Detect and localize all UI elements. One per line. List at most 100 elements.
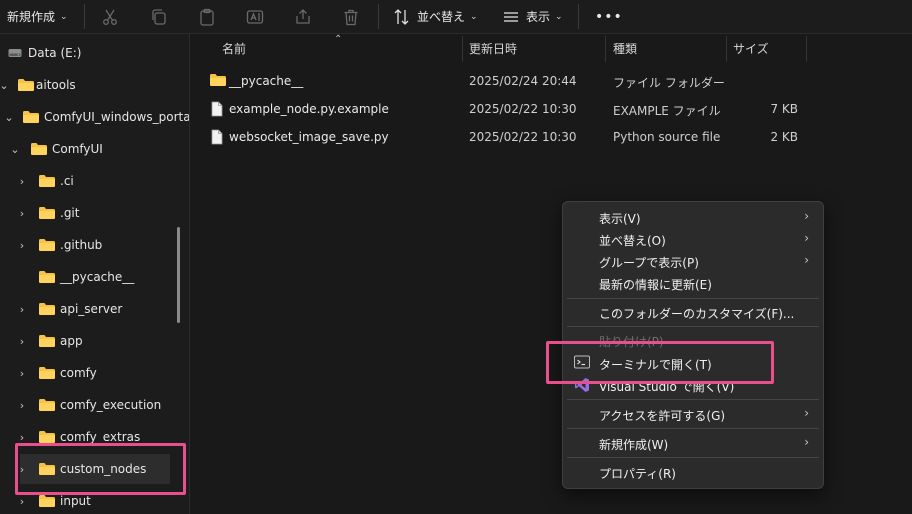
sidebar-item-github[interactable]: › .github — [0, 230, 189, 260]
chevron-right-icon[interactable]: › — [16, 335, 28, 348]
sidebar-item-label: ComfyUI — [52, 142, 103, 156]
sidebar-item-label: comfy_extras — [60, 430, 141, 444]
file-date: 2025/02/22 10:30 — [469, 130, 577, 144]
sidebar-scrollbar[interactable] — [177, 227, 180, 323]
chevron-right-icon[interactable]: › — [16, 431, 28, 444]
toolbar-divider — [378, 4, 379, 29]
sidebar-item-data-drive[interactable]: Data (E:) — [0, 38, 189, 68]
sidebar-item-label: .github — [60, 238, 103, 252]
chevron-right-icon[interactable]: › — [16, 175, 28, 188]
folder-icon — [39, 207, 55, 219]
menu-item-customize[interactable]: このフォルダーのカスタマイズ(F)... — [567, 301, 819, 323]
menu-divider — [567, 399, 819, 400]
sidebar-item-comfyui[interactable]: ⌄ ComfyUI — [0, 134, 189, 164]
sidebar-item-custom-nodes[interactable]: › custom_nodes — [20, 454, 170, 484]
column-header-date[interactable]: 更新日時 — [469, 34, 517, 62]
delete-button[interactable] — [342, 0, 360, 33]
sidebar-item-aitools[interactable]: ⌄ aitools — [0, 70, 189, 100]
file-type: EXAMPLE ファイル — [613, 104, 721, 118]
menu-item-new[interactable]: 新規作成(W) › — [567, 432, 819, 454]
column-divider[interactable] — [605, 36, 606, 62]
chevron-right-icon: › — [804, 253, 809, 267]
file-name: example_node.py.example — [229, 102, 389, 116]
column-divider[interactable] — [726, 36, 727, 62]
chevron-down-icon[interactable]: ⌄ — [0, 79, 10, 92]
chevron-right-icon[interactable]: › — [16, 463, 28, 476]
drive-icon — [8, 49, 22, 57]
cut-button[interactable] — [101, 0, 119, 33]
sidebar-item-git[interactable]: › .git — [0, 198, 189, 228]
rename-button[interactable] — [246, 0, 264, 33]
folder-icon — [39, 175, 55, 187]
sidebar-item-pycache[interactable]: __pycache__ — [0, 262, 189, 292]
share-button[interactable] — [294, 0, 312, 33]
menu-item-refresh[interactable]: 最新の情報に更新(E) — [567, 272, 819, 294]
paste-button[interactable] — [198, 0, 216, 33]
file-size: 2 KB — [770, 130, 798, 144]
menu-item-view[interactable]: 表示(V) › — [567, 206, 819, 228]
menu-item-label: 並べ替え(O) — [599, 234, 666, 248]
sidebar-item-comfy-execution[interactable]: › comfy_execution — [0, 390, 189, 420]
chevron-down-icon: ⌄ — [60, 11, 68, 22]
menu-divider — [567, 428, 819, 429]
menu-item-label: ターミナルで開く(T) — [599, 358, 712, 372]
list-view-icon — [504, 11, 518, 22]
menu-item-properties[interactable]: プロパティ(R) — [567, 461, 819, 483]
column-header-size[interactable]: サイズ — [733, 34, 769, 62]
folder-icon — [23, 111, 39, 123]
sidebar-item-label: __pycache__ — [60, 270, 135, 284]
chevron-right-icon[interactable]: › — [16, 399, 28, 412]
folder-icon — [39, 399, 55, 411]
sidebar-item-app[interactable]: › app — [0, 326, 189, 356]
menu-item-open-terminal[interactable]: ターミナルで開く(T) — [567, 352, 819, 374]
copy-button[interactable] — [150, 0, 168, 33]
sidebar-item-comfyui-windows-portable[interactable]: ⌄ ComfyUI_windows_porta — [0, 102, 189, 132]
view-button[interactable]: 表示 ⌄ — [502, 0, 563, 33]
context-menu: 表示(V) › 並べ替え(O) › グループで表示(P) › 最新の情報に更新(… — [562, 201, 824, 489]
file-date: 2025/02/22 10:30 — [469, 102, 577, 116]
chevron-right-icon[interactable]: › — [16, 495, 28, 508]
clipboard-icon — [200, 8, 214, 26]
chevron-right-icon[interactable]: › — [16, 239, 28, 252]
menu-item-group[interactable]: グループで表示(P) › — [567, 250, 819, 272]
chevron-down-icon[interactable]: ⌄ — [3, 111, 15, 124]
sidebar-item-label: comfy_execution — [60, 398, 162, 412]
file-size: 7 KB — [770, 102, 798, 116]
sort-button[interactable]: 並べ替え ⌄ — [393, 0, 478, 33]
chevron-right-icon[interactable]: › — [16, 367, 28, 380]
menu-item-give-access[interactable]: アクセスを許可する(G) › — [567, 403, 819, 425]
menu-item-label: グループで表示(P) — [599, 256, 699, 270]
folder-icon — [39, 367, 55, 379]
column-header-name[interactable]: 名前 — [222, 34, 246, 62]
trash-icon — [344, 9, 358, 25]
menu-item-open-visual-studio[interactable]: Visual Studio で開く(V) — [567, 374, 819, 396]
folder-icon — [39, 239, 55, 251]
more-options-button[interactable]: ••• — [595, 0, 623, 33]
toolbar-divider — [578, 4, 579, 29]
menu-item-sort[interactable]: 並べ替え(O) › — [567, 228, 819, 250]
sidebar-item-input[interactable]: › input — [0, 486, 189, 514]
sort-label: 並べ替え — [417, 10, 466, 24]
chevron-right-icon: › — [804, 209, 809, 223]
navigation-pane: Data (E:) ⌄ aitools ⌄ ComfyUI_windows_po… — [0, 34, 190, 514]
column-divider[interactable] — [806, 36, 807, 62]
sidebar-item-label: .git — [60, 206, 80, 220]
sidebar-item-ci[interactable]: › .ci — [0, 166, 189, 196]
column-header-label: 種類 — [613, 41, 638, 56]
chevron-right-icon: › — [804, 435, 809, 449]
column-header-label: 更新日時 — [469, 41, 518, 56]
file-row[interactable]: websocket_image_save.py 2025/02/22 10:30… — [190, 123, 912, 151]
sidebar-item-comfy-extras[interactable]: › comfy_extras — [0, 422, 189, 452]
chevron-right-icon[interactable]: › — [16, 207, 28, 220]
file-row[interactable]: __pycache__ 2025/02/24 20:44 ファイル フォルダー — [190, 67, 912, 95]
chevron-right-icon[interactable]: › — [16, 303, 28, 316]
column-header-type[interactable]: 種類 — [613, 34, 637, 62]
sidebar-item-api-server[interactable]: › api_server — [0, 294, 189, 324]
new-button[interactable]: 新規作成 ⌄ — [7, 0, 68, 33]
file-row[interactable]: example_node.py.example 2025/02/22 10:30… — [190, 95, 912, 123]
chevron-down-icon[interactable]: ⌄ — [9, 143, 21, 156]
column-divider[interactable] — [462, 36, 463, 62]
sidebar-item-comfy[interactable]: › comfy — [0, 358, 189, 388]
menu-divider — [567, 298, 819, 299]
menu-item-label: 最新の情報に更新(E) — [599, 278, 712, 292]
